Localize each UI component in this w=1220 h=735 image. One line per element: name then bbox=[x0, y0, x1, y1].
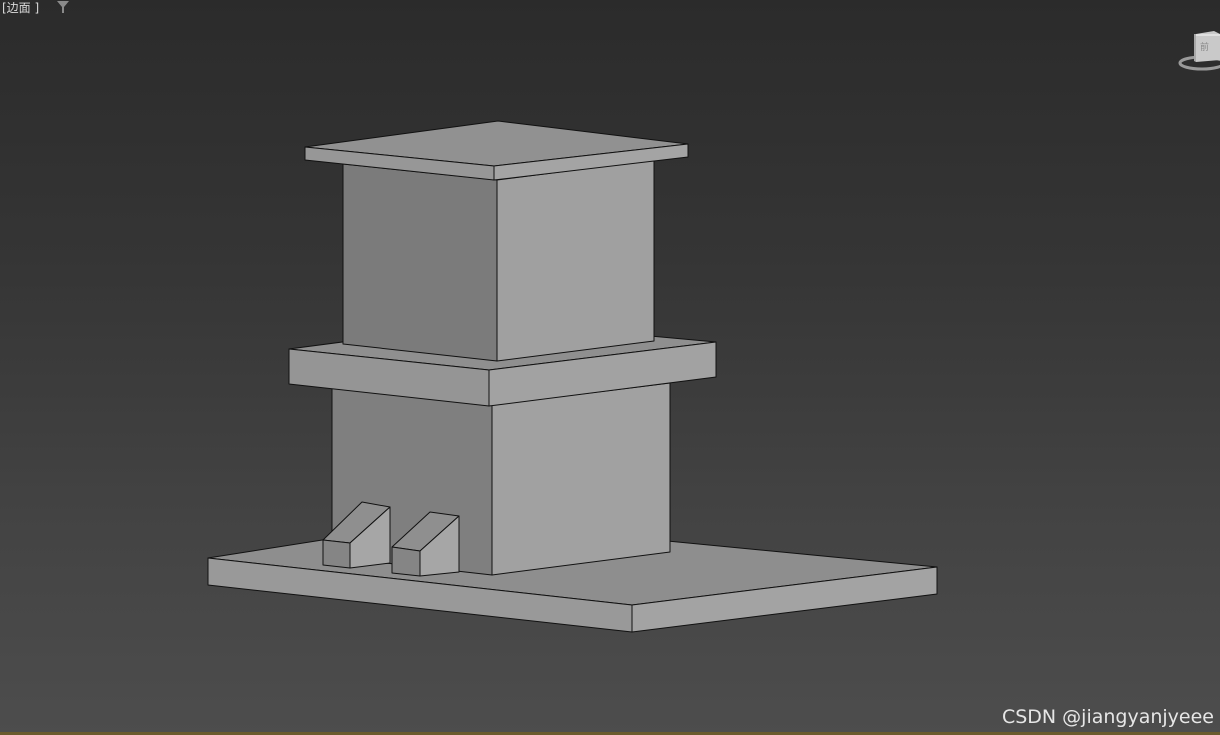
3d-model-scene[interactable] bbox=[0, 0, 1220, 735]
svg-text:前: 前 bbox=[1200, 41, 1209, 53]
filter-funnel-icon[interactable] bbox=[56, 0, 70, 14]
viewport-shading-label[interactable]: [边面 ] bbox=[2, 0, 39, 16]
upper-block[interactable] bbox=[342, 159, 655, 362]
3d-viewport[interactable]: [边面 ] 前 CSDN @jiangyanjyeee bbox=[0, 0, 1220, 735]
csdn-watermark: CSDN @jiangyanjyeee bbox=[1001, 706, 1214, 728]
viewcube-icon[interactable]: 前 bbox=[1174, 26, 1220, 76]
